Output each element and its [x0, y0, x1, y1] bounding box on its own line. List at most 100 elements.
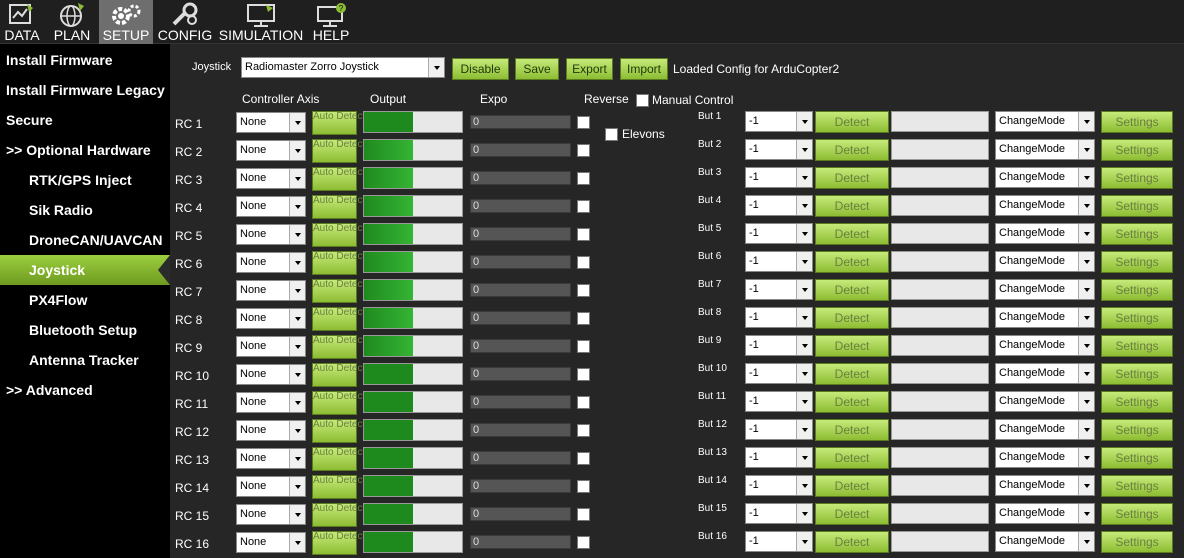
button-action-select[interactable]: ChangeMode: [995, 391, 1095, 412]
button-index-select[interactable]: -1: [745, 503, 813, 524]
expo-input[interactable]: 0: [470, 339, 571, 353]
settings-button[interactable]: Settings: [1101, 111, 1173, 133]
button-index-select[interactable]: -1: [745, 391, 813, 412]
sidebar-item-7[interactable]: Joystick: [0, 255, 170, 285]
button-index-select[interactable]: -1: [745, 475, 813, 496]
button-action-select[interactable]: ChangeMode: [995, 111, 1095, 132]
settings-button[interactable]: Settings: [1101, 335, 1173, 357]
reverse-checkbox[interactable]: [577, 200, 590, 213]
menu-help[interactable]: ? HELP: [309, 0, 353, 44]
expo-input[interactable]: 0: [470, 143, 571, 157]
import-button[interactable]: Import: [620, 58, 668, 80]
button-index-select[interactable]: -1: [745, 531, 813, 552]
sidebar-item-9[interactable]: Bluetooth Setup: [0, 315, 170, 345]
button-action-select[interactable]: ChangeMode: [995, 279, 1095, 300]
button-index-select[interactable]: -1: [745, 139, 813, 160]
expo-input[interactable]: 0: [470, 535, 571, 549]
axis-select[interactable]: None: [236, 168, 306, 189]
detect-button[interactable]: Detect: [815, 531, 889, 553]
menu-plan[interactable]: PLAN: [50, 0, 94, 44]
detect-button[interactable]: Detect: [815, 307, 889, 329]
settings-button[interactable]: Settings: [1101, 139, 1173, 161]
sidebar-item-11[interactable]: >> Advanced: [0, 375, 170, 405]
expo-input[interactable]: 0: [470, 115, 571, 129]
expo-input[interactable]: 0: [470, 255, 571, 269]
settings-button[interactable]: Settings: [1101, 251, 1173, 273]
auto-detect-button[interactable]: Auto Detect: [312, 167, 365, 191]
button-action-select[interactable]: ChangeMode: [995, 195, 1095, 216]
expo-input[interactable]: 0: [470, 451, 571, 465]
axis-select[interactable]: None: [236, 336, 306, 357]
expo-input[interactable]: 0: [470, 395, 571, 409]
auto-detect-button[interactable]: Auto Detect: [312, 111, 365, 135]
detect-button[interactable]: Detect: [815, 195, 889, 217]
settings-button[interactable]: Settings: [1101, 307, 1173, 329]
reverse-checkbox[interactable]: [577, 340, 590, 353]
expo-input[interactable]: 0: [470, 311, 571, 325]
auto-detect-button[interactable]: Auto Detect: [312, 475, 365, 499]
reverse-checkbox[interactable]: [577, 116, 590, 129]
auto-detect-button[interactable]: Auto Detect: [312, 447, 365, 471]
detect-button[interactable]: Detect: [815, 419, 889, 441]
button-action-select[interactable]: ChangeMode: [995, 307, 1095, 328]
button-action-select[interactable]: ChangeMode: [995, 251, 1095, 272]
reverse-checkbox[interactable]: [577, 480, 590, 493]
auto-detect-button[interactable]: Auto Detect: [312, 335, 365, 359]
sidebar-item-0[interactable]: Install Firmware: [0, 45, 170, 75]
reverse-checkbox[interactable]: [577, 256, 590, 269]
axis-select[interactable]: None: [236, 308, 306, 329]
elevons-checkbox[interactable]: [605, 128, 618, 141]
detect-button[interactable]: Detect: [815, 503, 889, 525]
settings-button[interactable]: Settings: [1101, 447, 1173, 469]
joystick-device-select[interactable]: Radiomaster Zorro Joystick: [241, 57, 445, 78]
auto-detect-button[interactable]: Auto Detect: [312, 391, 365, 415]
axis-select[interactable]: None: [236, 280, 306, 301]
expo-input[interactable]: 0: [470, 423, 571, 437]
auto-detect-button[interactable]: Auto Detect: [312, 223, 365, 247]
button-index-select[interactable]: -1: [745, 335, 813, 356]
settings-button[interactable]: Settings: [1101, 195, 1173, 217]
reverse-checkbox[interactable]: [577, 284, 590, 297]
button-action-select[interactable]: ChangeMode: [995, 363, 1095, 384]
auto-detect-button[interactable]: Auto Detect: [312, 419, 365, 443]
auto-detect-button[interactable]: Auto Detect: [312, 195, 365, 219]
button-index-select[interactable]: -1: [745, 419, 813, 440]
reverse-checkbox[interactable]: [577, 368, 590, 381]
auto-detect-button[interactable]: Auto Detect: [312, 363, 365, 387]
button-action-select[interactable]: ChangeMode: [995, 139, 1095, 160]
save-button[interactable]: Save: [515, 58, 559, 80]
button-index-select[interactable]: -1: [745, 363, 813, 384]
expo-input[interactable]: 0: [470, 479, 571, 493]
reverse-checkbox[interactable]: [577, 536, 590, 549]
reverse-checkbox[interactable]: [577, 424, 590, 437]
auto-detect-button[interactable]: Auto Detect: [312, 307, 365, 331]
axis-select[interactable]: None: [236, 420, 306, 441]
expo-input[interactable]: 0: [470, 171, 571, 185]
settings-button[interactable]: Settings: [1101, 391, 1173, 413]
menu-data[interactable]: DATA: [0, 0, 44, 44]
expo-input[interactable]: 0: [470, 227, 571, 241]
button-index-select[interactable]: -1: [745, 195, 813, 216]
expo-input[interactable]: 0: [470, 283, 571, 297]
axis-select[interactable]: None: [236, 224, 306, 245]
detect-button[interactable]: Detect: [815, 335, 889, 357]
reverse-checkbox[interactable]: [577, 312, 590, 325]
settings-button[interactable]: Settings: [1101, 363, 1173, 385]
settings-button[interactable]: Settings: [1101, 419, 1173, 441]
expo-input[interactable]: 0: [470, 507, 571, 521]
settings-button[interactable]: Settings: [1101, 279, 1173, 301]
button-index-select[interactable]: -1: [745, 251, 813, 272]
menu-simulation[interactable]: SIMULATION: [217, 0, 305, 44]
button-index-select[interactable]: -1: [745, 223, 813, 244]
detect-button[interactable]: Detect: [815, 139, 889, 161]
sidebar-item-8[interactable]: PX4Flow: [0, 285, 170, 315]
button-index-select[interactable]: -1: [745, 111, 813, 132]
manual-control-checkbox[interactable]: [636, 94, 649, 107]
sidebar-item-2[interactable]: Secure: [0, 105, 170, 135]
axis-select[interactable]: None: [236, 532, 306, 553]
button-action-select[interactable]: ChangeMode: [995, 167, 1095, 188]
reverse-checkbox[interactable]: [577, 228, 590, 241]
button-action-select[interactable]: ChangeMode: [995, 447, 1095, 468]
button-index-select[interactable]: -1: [745, 279, 813, 300]
button-action-select[interactable]: ChangeMode: [995, 475, 1095, 496]
